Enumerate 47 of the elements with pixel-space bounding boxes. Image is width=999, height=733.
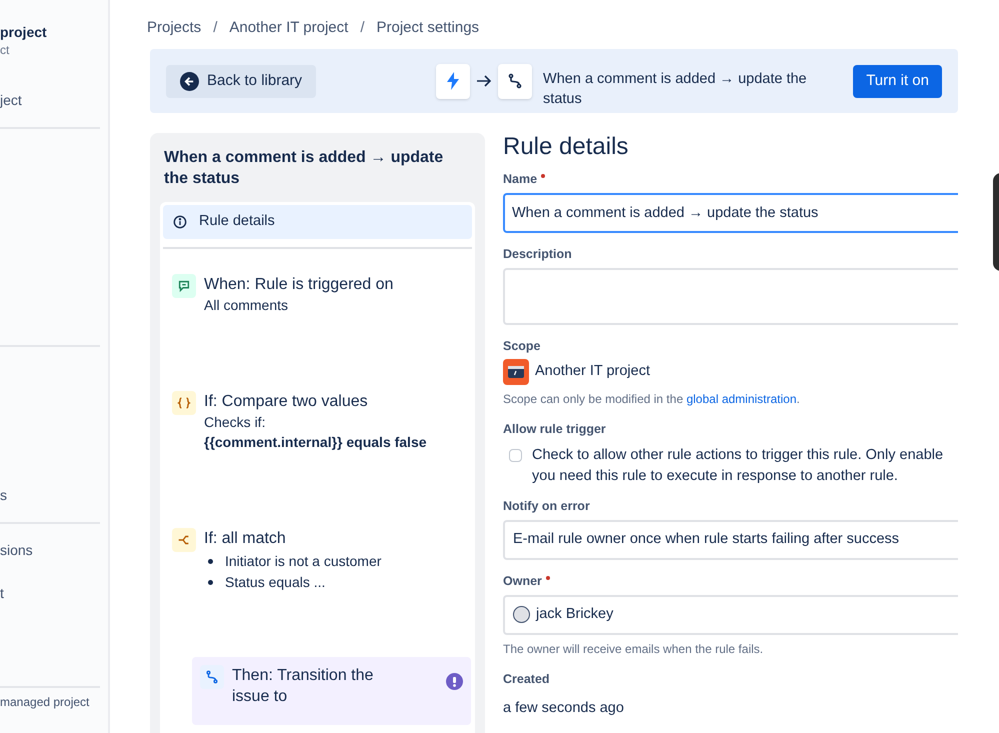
rule-summary: When a comment is added → update the status	[543, 70, 808, 109]
scope-help-text: Scope can only be modified in the global administration.	[503, 391, 801, 408]
step-title: Then: Transition the issue to	[232, 666, 374, 707]
sidebar-footer: managed project	[0, 693, 108, 711]
step-title: If: all match	[204, 529, 287, 549]
step-detail: All comments	[204, 296, 290, 315]
breadcrumb-separator: /	[360, 18, 364, 38]
sidebar-item[interactable]: t	[0, 584, 108, 602]
field-label: Description	[503, 246, 572, 263]
global-administration-link[interactable]: global administration	[686, 392, 797, 406]
rule-step[interactable]: Then: Transition the issue to	[192, 657, 471, 725]
step-title: If: Compare two values	[204, 392, 369, 412]
field-label: Created	[503, 670, 550, 688]
rule-details-item[interactable]: Rule details	[163, 205, 472, 239]
notify-select[interactable]: E-mail rule owner once when rule starts failing after success	[503, 520, 958, 560]
section-heading: Rule details	[503, 133, 630, 161]
breadcrumb-separator: /	[213, 18, 218, 38]
step-condition: Initiator is not a customer	[225, 552, 382, 571]
project-name: project	[0, 24, 48, 40]
owner-field[interactable]: jack Brickey	[503, 594, 958, 634]
sidebar-item[interactable]: ject	[0, 91, 108, 109]
sidebar-item[interactable]: s	[0, 486, 108, 504]
breadcrumb-link[interactable]: Projects	[147, 16, 202, 40]
field-label: Allow rule trigger	[503, 421, 606, 438]
step-title: When: Rule is triggered on	[204, 275, 394, 295]
name-field[interactable]: When a comment is added → update the status	[503, 192, 958, 233]
rule-step[interactable]: If: Compare two values Checks if: {{comment.internal}} equals false	[164, 383, 471, 460]
owner-help-text: The owner will receive emails when the rule fails.	[503, 640, 764, 658]
sidebar-item[interactable]: sions	[0, 541, 108, 559]
rule-step[interactable]: When: Rule is triggered on All comments	[164, 266, 471, 323]
scope-project: Another IT project	[535, 362, 650, 382]
checkbox-label: Check to allow other rule actions to trigger this rule. Only enable you need this rule to execute in response to another rule.	[532, 446, 944, 486]
turn-on-button[interactable]: Turn it on	[853, 64, 942, 98]
rule-title: When a comment is added → update the status	[163, 148, 444, 189]
rule-step[interactable]: If: all match Initiator is not a customer Status equals ...	[164, 520, 471, 601]
breadcrumb-link[interactable]: Project settings	[376, 16, 480, 40]
step-detail: {{comment.internal}} equals false	[204, 433, 428, 452]
field-label: Notify on error	[503, 498, 590, 515]
project-type: ct	[0, 42, 10, 58]
field-label: Name	[503, 171, 538, 188]
back-button[interactable]: Back to library	[166, 64, 316, 98]
step-detail: Checks if:	[204, 413, 266, 432]
step-condition: Status equals ...	[225, 573, 326, 592]
breadcrumb-link[interactable]: Another IT project	[229, 16, 348, 40]
field-label: Owner	[503, 572, 542, 590]
field-label: Scope	[503, 338, 541, 355]
created-value: a few seconds ago	[503, 699, 625, 718]
